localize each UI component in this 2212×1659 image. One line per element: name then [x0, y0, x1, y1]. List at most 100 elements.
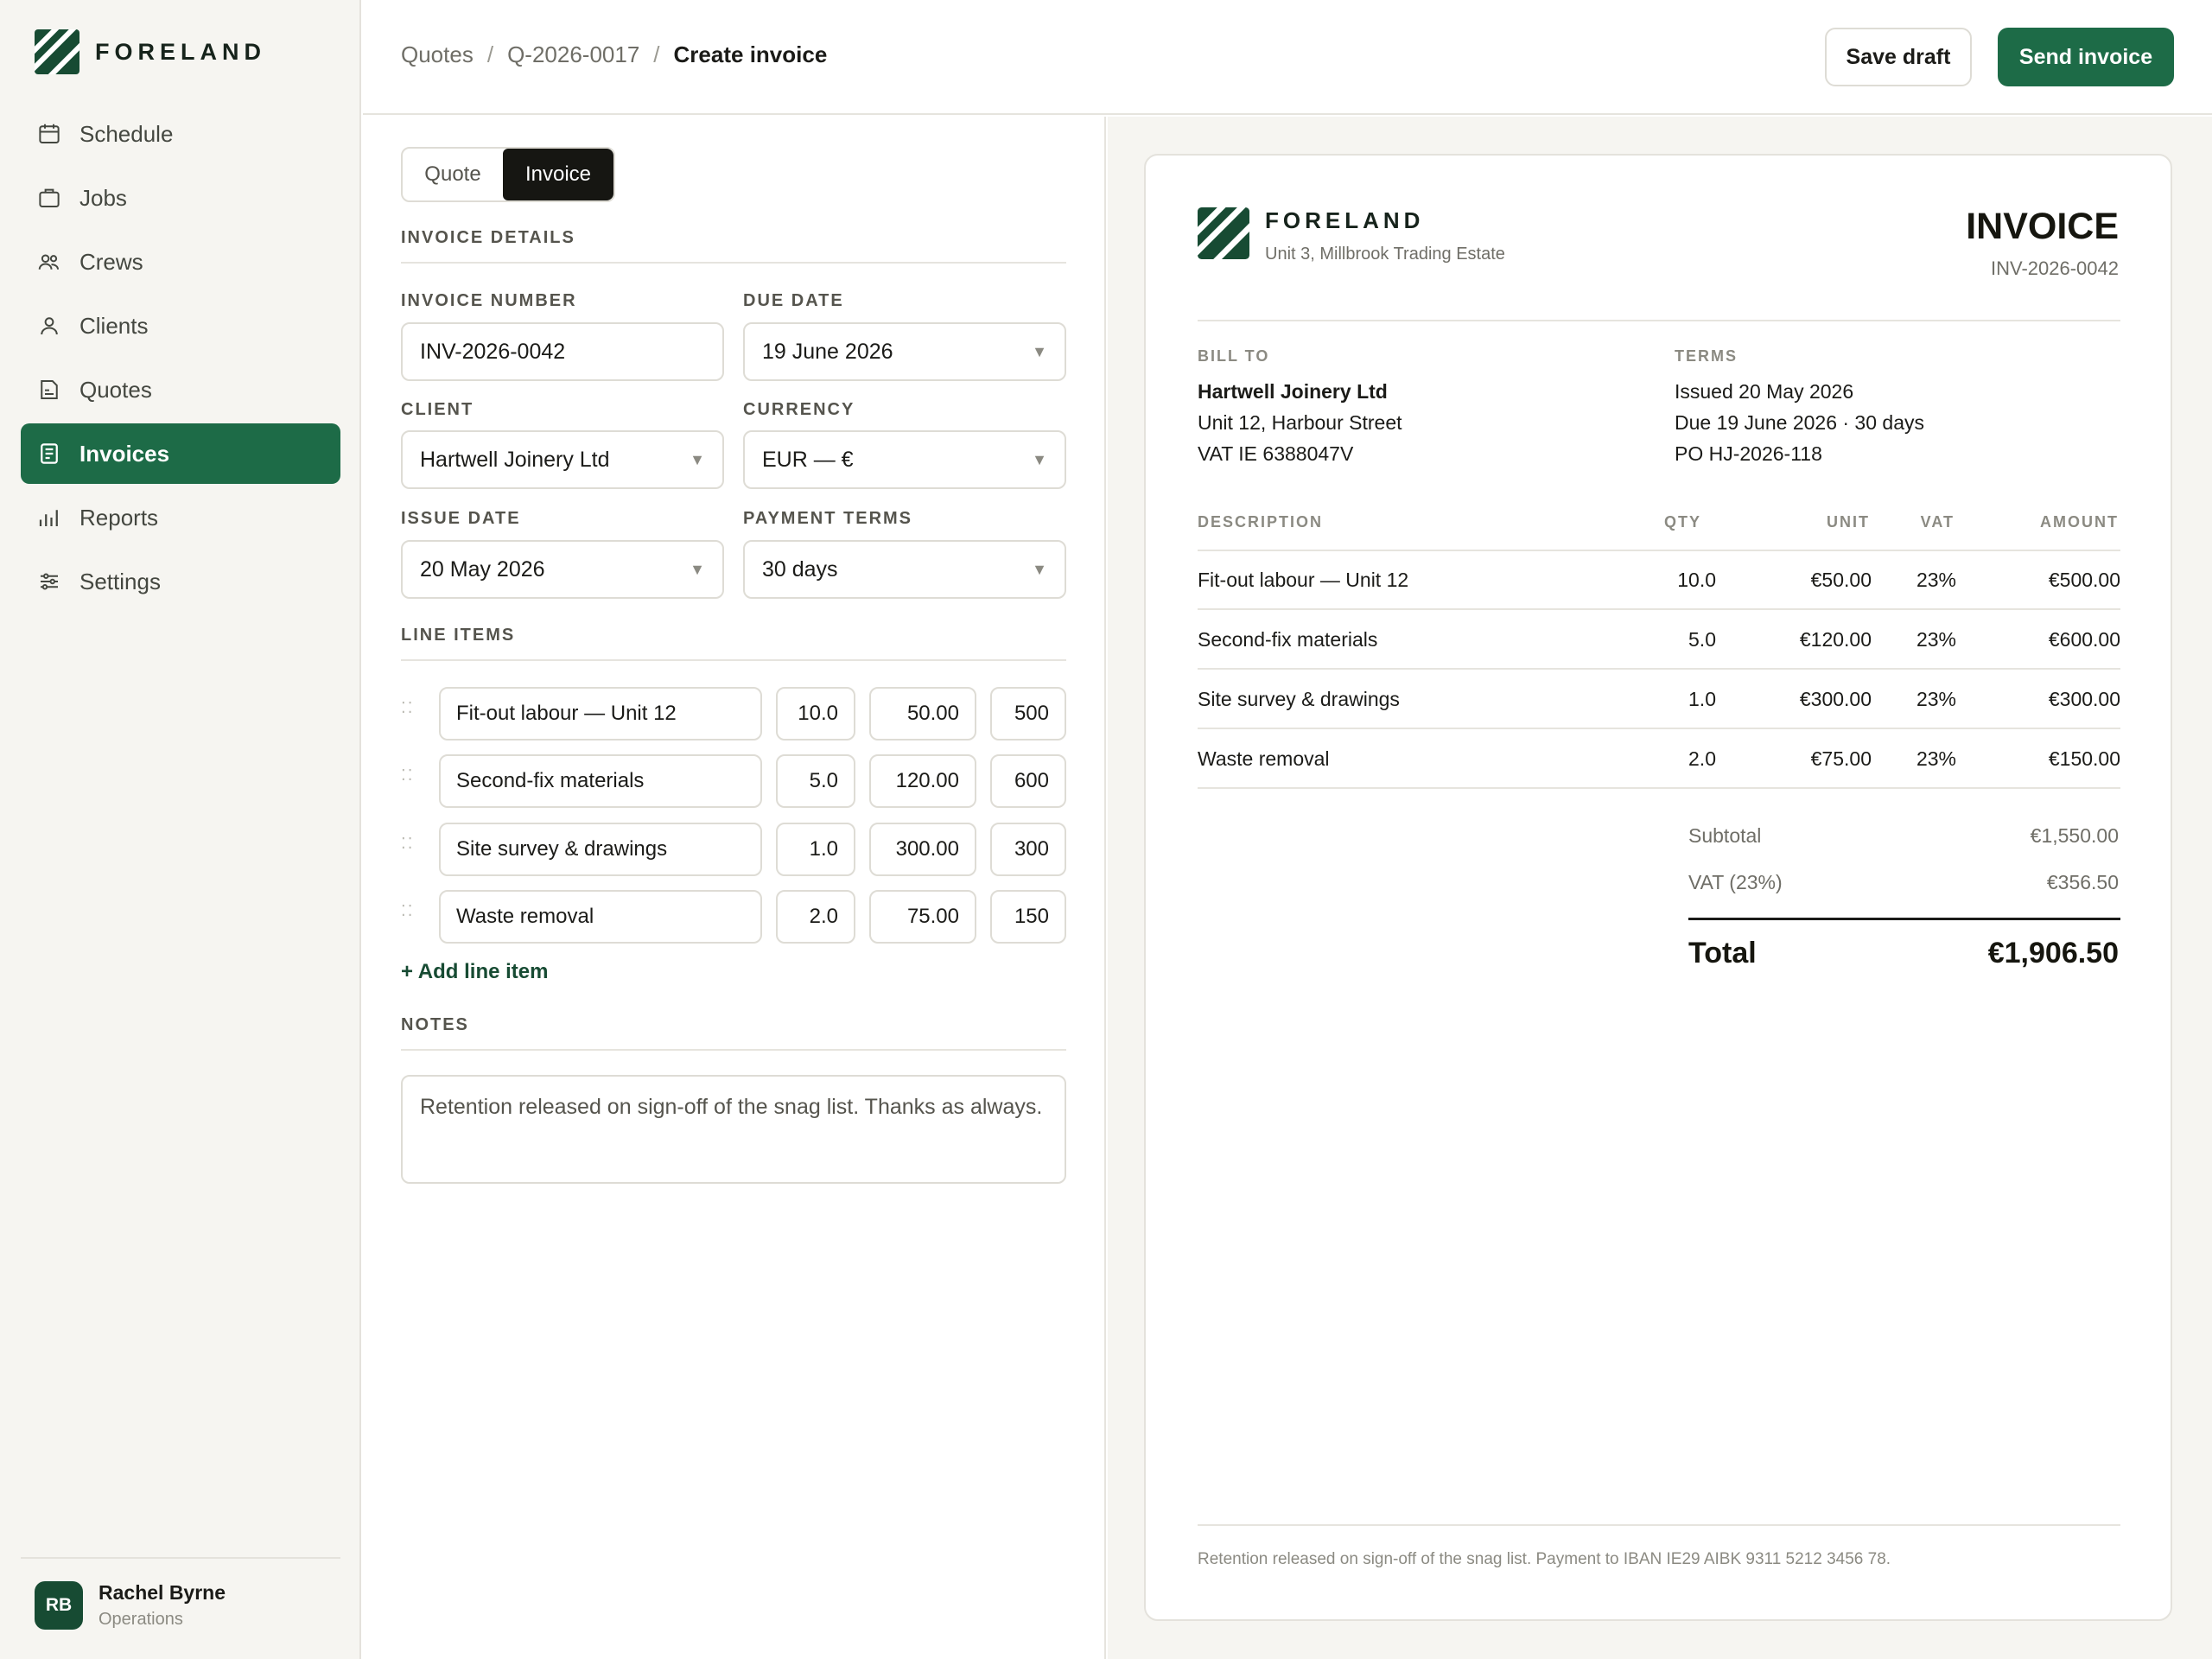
brand[interactable]: FORELAND: [35, 29, 266, 74]
line-item-amount-input[interactable]: 600: [990, 754, 1066, 808]
document-type-toggle: Quote Invoice: [401, 147, 615, 202]
divider: [1198, 320, 2120, 321]
drag-handle-icon[interactable]: ⁚⁚: [401, 836, 420, 861]
total-divider: [1688, 918, 2120, 920]
line-item-unit-input[interactable]: 50.00: [869, 687, 976, 741]
line-item-unit-input[interactable]: 75.00: [869, 890, 976, 944]
toggle-invoice[interactable]: Invoice: [503, 149, 613, 200]
issue-date-label: ISSUE DATE: [401, 509, 521, 528]
line-item-description-input[interactable]: Site survey & drawings: [439, 823, 762, 876]
row-qty: 5.0: [1688, 628, 1716, 651]
row-unit: €300.00: [1799, 688, 1872, 710]
bill-to-label: BILL TO: [1198, 347, 1270, 365]
line-item-description-input[interactable]: Second-fix materials: [439, 754, 762, 808]
preview-brand-name: FORELAND: [1265, 207, 1425, 233]
sidebar-item-label: Invoices: [79, 440, 170, 467]
breadcrumb-quotes[interactable]: Quotes: [401, 41, 474, 68]
row-qty: 1.0: [1688, 688, 1716, 710]
issue-date-select[interactable]: 20 May 2026 ▼: [401, 540, 724, 599]
bill-to-vat: VAT IE 6388047V: [1198, 442, 1354, 465]
sidebar-item-label: Crews: [79, 248, 143, 275]
sidebar-item-jobs[interactable]: Jobs: [21, 168, 340, 228]
preview-brand-address: Unit 3, Millbrook Trading Estate: [1265, 245, 1505, 264]
terms-label: TERMS: [1675, 347, 1738, 365]
client-select[interactable]: Hartwell Joinery Ltd ▼: [401, 430, 724, 489]
drag-handle-icon[interactable]: ⁚⁚: [401, 903, 420, 928]
save-draft-button[interactable]: Save draft: [1825, 28, 1972, 86]
issue-date-value: 20 May 2026: [420, 556, 545, 582]
column-header-vat: VAT: [1920, 513, 1955, 531]
toggle-quote[interactable]: Quote: [403, 149, 503, 200]
add-line-item-button[interactable]: + Add line item: [401, 960, 548, 984]
vat-label: VAT (23%): [1688, 871, 1783, 893]
breadcrumb-quote-number[interactable]: Q-2026-0017: [507, 41, 639, 68]
notes-textarea[interactable]: Retention released on sign-off of the sn…: [401, 1075, 1066, 1184]
payment-terms-value: 30 days: [762, 556, 838, 582]
sliders-icon: [41, 573, 58, 590]
subtotal-value: €1,550.00: [2030, 824, 2119, 847]
row-unit: €75.00: [1810, 747, 1872, 770]
bill-to-name: Hartwell Joinery Ltd: [1198, 380, 1388, 403]
line-item-amount-input[interactable]: 150: [990, 890, 1066, 944]
column-header-unit: UNIT: [1827, 513, 1870, 531]
bar-chart-icon: [39, 510, 58, 526]
section-notes: NOTES: [401, 1015, 1066, 1051]
line-item-qty-input[interactable]: 2.0: [776, 890, 855, 944]
line-item-description-input[interactable]: Fit-out labour — Unit 12: [439, 687, 762, 741]
due-date-label: DUE DATE: [743, 291, 844, 310]
sidebar-item-clients[interactable]: Clients: [21, 296, 340, 356]
row-amount: €300.00: [2048, 688, 2120, 710]
breadcrumb-current: Create invoice: [673, 41, 828, 67]
line-item-amount-input[interactable]: 500: [990, 687, 1066, 741]
line-item-unit-input[interactable]: 300.00: [869, 823, 976, 876]
user-icon: [41, 317, 58, 335]
payment-terms-select[interactable]: 30 days ▼: [743, 540, 1066, 599]
table-row: Second-fix materials 5.0 €120.00 23% €60…: [1198, 611, 2120, 670]
row-qty: 10.0: [1677, 569, 1716, 591]
table-row: Waste removal 2.0 €75.00 23% €150.00: [1198, 730, 2120, 789]
divider: [1198, 1524, 2120, 1526]
line-item-description-input[interactable]: Waste removal: [439, 890, 762, 944]
sidebar-item-invoices[interactable]: Invoices: [21, 423, 340, 484]
row-vat: 23%: [1916, 688, 1956, 710]
sidebar: FORELAND Schedule Jobs Crews Clients Quo…: [0, 0, 361, 1659]
sidebar-nav: Schedule Jobs Crews Clients Quotes Invoi…: [21, 104, 340, 615]
row-description: Site survey & drawings: [1198, 688, 1400, 710]
drag-handle-icon[interactable]: ⁚⁚: [401, 767, 420, 792]
due-date-select[interactable]: 19 June 2026 ▼: [743, 322, 1066, 381]
sidebar-item-quotes[interactable]: Quotes: [21, 359, 340, 420]
row-qty: 2.0: [1688, 747, 1716, 770]
user-name: Rachel Byrne: [99, 1581, 226, 1604]
line-item-amount-input[interactable]: 300: [990, 823, 1066, 876]
sidebar-item-crews[interactable]: Crews: [21, 232, 340, 292]
sidebar-item-schedule[interactable]: Schedule: [21, 104, 340, 164]
user-role: Operations: [99, 1610, 183, 1629]
terms-issued: Issued 20 May 2026: [1675, 380, 1854, 403]
terms-po: PO HJ-2026-118: [1675, 442, 1822, 465]
invoice-number-input[interactable]: INV-2026-0042: [401, 322, 724, 381]
table-row: Fit-out labour — Unit 12 10.0 €50.00 23%…: [1198, 551, 2120, 610]
line-item-qty-input[interactable]: 5.0: [776, 754, 855, 808]
sidebar-item-settings[interactable]: Settings: [21, 551, 340, 612]
line-item-qty-input[interactable]: 1.0: [776, 823, 855, 876]
preview-footer-note: Retention released on sign-off of the sn…: [1198, 1550, 1891, 1568]
send-invoice-button[interactable]: Send invoice: [1998, 28, 2174, 86]
line-item-unit-input[interactable]: 120.00: [869, 754, 976, 808]
currency-select[interactable]: EUR — € ▼: [743, 430, 1066, 489]
due-date-value: 19 June 2026: [762, 339, 893, 364]
invoice-form: Quote Invoice INVOICE DETAILS INVOICE NU…: [363, 117, 1106, 1659]
user-profile[interactable]: RB Rachel Byrne Operations: [21, 1557, 340, 1652]
line-item-qty-input[interactable]: 10.0: [776, 687, 855, 741]
invoice-preview: FORELAND Unit 3, Millbrook Trading Estat…: [1144, 154, 2172, 1621]
row-vat: 23%: [1916, 628, 1956, 651]
sidebar-item-label: Reports: [79, 504, 159, 531]
sidebar-item-reports[interactable]: Reports: [21, 487, 340, 548]
bill-to-address: Unit 12, Harbour Street: [1198, 411, 1402, 434]
preview-title: INVOICE: [1966, 206, 2119, 247]
total-value: €1,906.50: [1987, 937, 2119, 969]
sidebar-item-label: Settings: [79, 568, 161, 594]
briefcase-icon: [39, 188, 60, 207]
foreland-logo-icon: [35, 29, 79, 74]
drag-handle-icon[interactable]: ⁚⁚: [401, 700, 420, 725]
avatar: RB: [35, 1581, 83, 1630]
